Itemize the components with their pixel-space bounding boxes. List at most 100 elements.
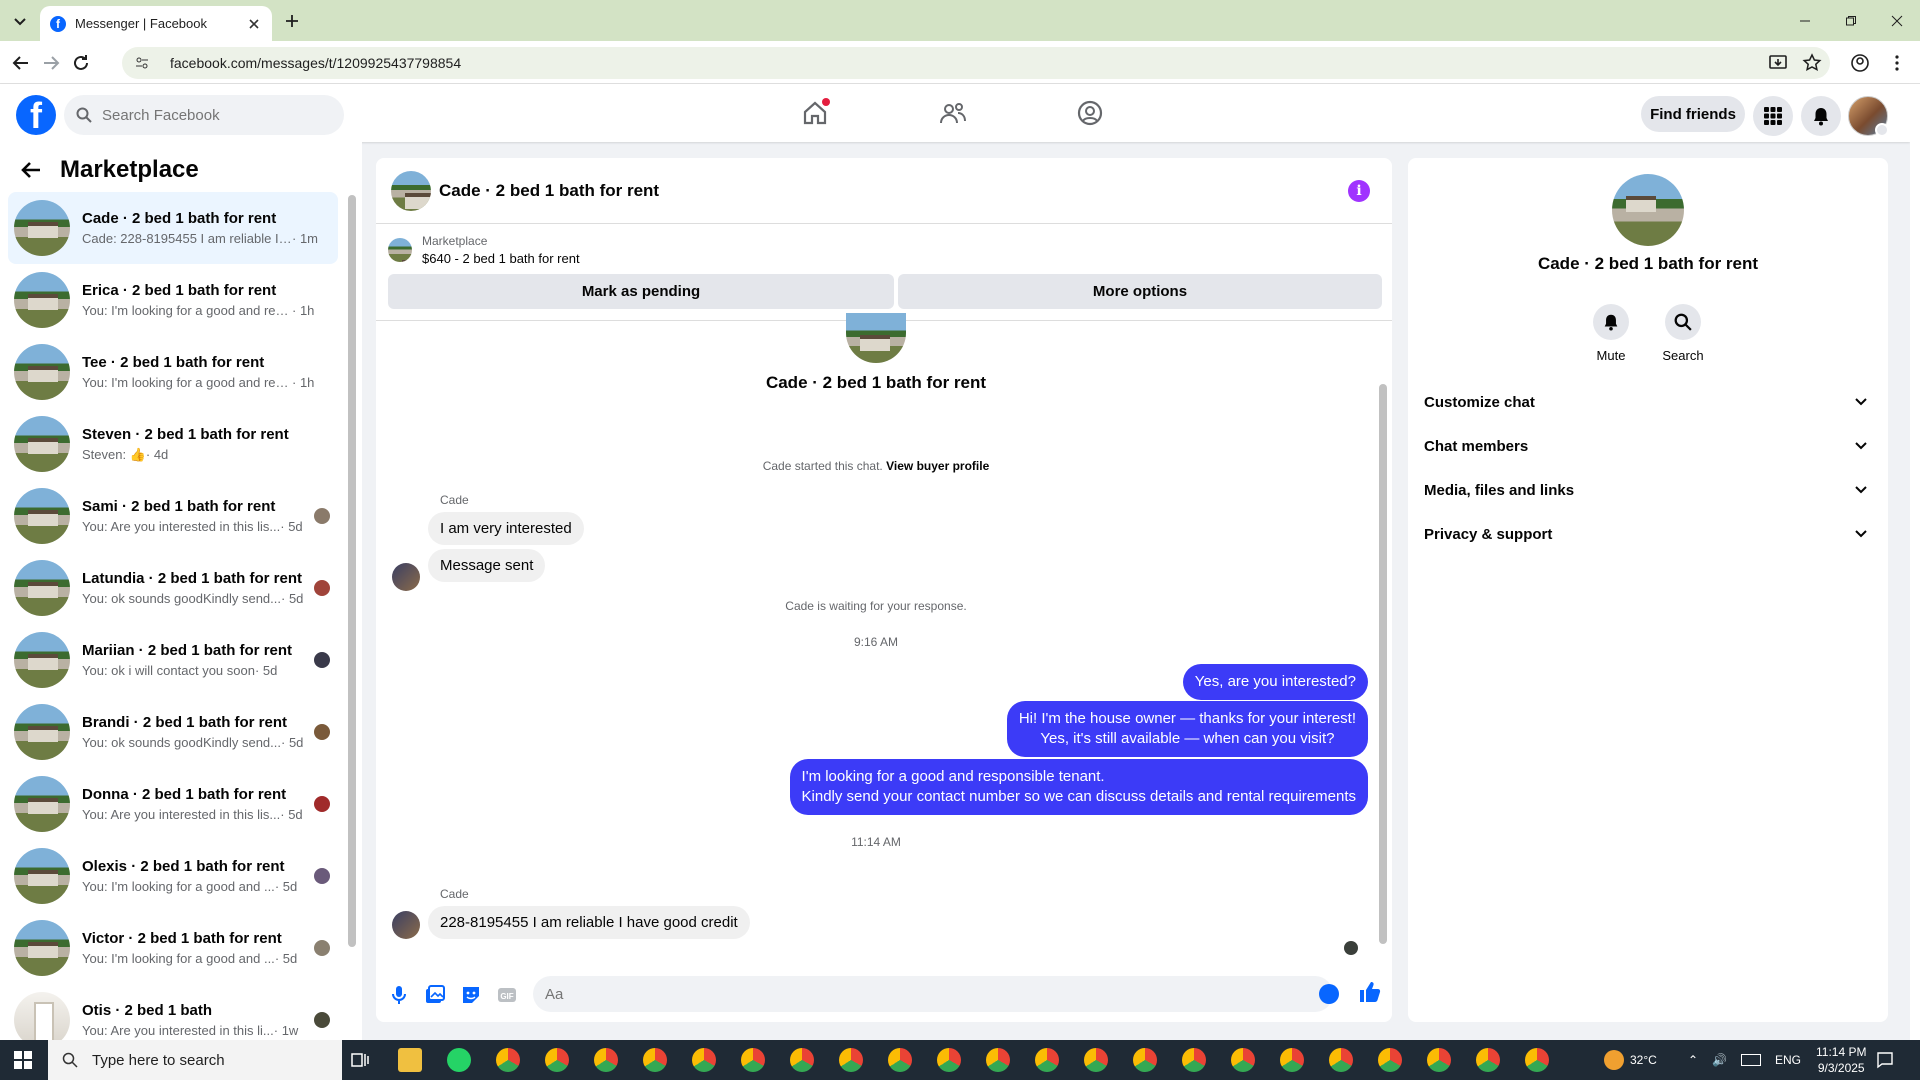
reload-icon[interactable] bbox=[70, 52, 92, 74]
new-tab-icon[interactable] bbox=[282, 11, 302, 31]
chrome-icon[interactable] bbox=[1035, 1048, 1059, 1072]
back-arrow-icon[interactable] bbox=[10, 52, 32, 74]
conversation-item[interactable]: Donna · 2 bed 1 bath for rent You: Are y… bbox=[8, 768, 338, 840]
outgoing-message[interactable]: Hi! I'm the house owner — thanks for you… bbox=[1006, 701, 1368, 757]
sender-avatar[interactable] bbox=[392, 563, 420, 591]
search-action[interactable]: Search bbox=[1648, 304, 1718, 363]
restore-icon[interactable] bbox=[1828, 0, 1874, 41]
mark-as-pending-button[interactable]: Mark as pending bbox=[388, 274, 894, 309]
find-friends-button[interactable]: Find friends bbox=[1641, 96, 1745, 132]
chat-members-section[interactable]: Chat members bbox=[1424, 424, 1874, 468]
mute-action[interactable]: Mute bbox=[1576, 304, 1646, 363]
chrome-icon[interactable] bbox=[790, 1048, 814, 1072]
conversation-item[interactable]: Tee · 2 bed 1 bath for rent You: I'm loo… bbox=[8, 336, 338, 408]
chrome-icon[interactable] bbox=[1280, 1048, 1304, 1072]
file-explorer-icon[interactable] bbox=[398, 1048, 422, 1072]
notification-center-icon[interactable] bbox=[1876, 1051, 1894, 1069]
search-input[interactable] bbox=[102, 106, 322, 124]
conversation-item[interactable]: Cade · 2 bed 1 bath for rent Cade: 228-8… bbox=[8, 192, 338, 264]
chrome-icon[interactable] bbox=[545, 1048, 569, 1072]
install-app-icon[interactable] bbox=[1767, 52, 1789, 74]
chrome-icon[interactable] bbox=[1378, 1048, 1402, 1072]
conversation-item[interactable]: Erica · 2 bed 1 bath for rent You: I'm l… bbox=[8, 264, 338, 336]
keyboard-icon[interactable] bbox=[1741, 1054, 1762, 1066]
chrome-icon[interactable] bbox=[643, 1048, 667, 1072]
friends-nav[interactable] bbox=[936, 96, 970, 130]
chat-title[interactable]: Cade · 2 bed 1 bath for rent bbox=[439, 181, 659, 201]
tab-search-chevron-icon[interactable] bbox=[10, 11, 30, 31]
attach-photo-icon[interactable] bbox=[424, 984, 446, 1006]
page-scrollbar[interactable] bbox=[1910, 84, 1920, 1040]
media-files-links-section[interactable]: Media, files and links bbox=[1424, 468, 1874, 512]
thumbs-up-icon[interactable] bbox=[1358, 980, 1382, 1004]
conversation-item[interactable]: Sami · 2 bed 1 bath for rent You: Are yo… bbox=[8, 480, 338, 552]
forward-arrow-icon[interactable] bbox=[40, 52, 62, 74]
facebook-logo-icon[interactable]: f bbox=[16, 95, 56, 135]
chat-scrollbar[interactable] bbox=[1379, 384, 1387, 944]
chrome-icon[interactable] bbox=[986, 1048, 1010, 1072]
chrome-icon[interactable] bbox=[888, 1048, 912, 1072]
sticker-icon[interactable] bbox=[460, 984, 482, 1006]
whatsapp-icon[interactable] bbox=[447, 1048, 471, 1072]
menu-button[interactable] bbox=[1753, 96, 1793, 136]
conversation-item[interactable]: Olexis · 2 bed 1 bath for rent You: I'm … bbox=[8, 840, 338, 912]
conversation-item[interactable]: Victor · 2 bed 1 bath for rent You: I'm … bbox=[8, 912, 338, 984]
close-tab-icon[interactable] bbox=[246, 16, 262, 32]
sidebar-scrollbar[interactable] bbox=[348, 195, 356, 947]
gif-icon[interactable]: GIF bbox=[496, 984, 518, 1006]
home-nav[interactable] bbox=[798, 96, 832, 130]
weather-widget[interactable]: 32°C bbox=[1604, 1040, 1657, 1080]
account-avatar[interactable] bbox=[1848, 96, 1889, 137]
view-buyer-profile-link[interactable]: View buyer profile bbox=[886, 459, 989, 473]
incoming-message[interactable]: 228-8195455 I am reliable I have good cr… bbox=[428, 906, 750, 939]
volume-icon[interactable]: 🔊 bbox=[1712, 1053, 1727, 1067]
listing-summary[interactable]: Marketplace $640 - 2 bed 1 bath for rent bbox=[388, 234, 580, 266]
chrome-icon[interactable] bbox=[1525, 1048, 1549, 1072]
windows-start-icon[interactable] bbox=[14, 1051, 32, 1069]
chrome-icon[interactable] bbox=[1182, 1048, 1206, 1072]
facebook-search[interactable] bbox=[64, 95, 344, 135]
chrome-icon[interactable] bbox=[692, 1048, 716, 1072]
chrome-icon[interactable] bbox=[1476, 1048, 1500, 1072]
chrome-icon[interactable] bbox=[1084, 1048, 1108, 1072]
sender-avatar[interactable] bbox=[392, 911, 420, 939]
chrome-icon[interactable] bbox=[594, 1048, 618, 1072]
conversation-item[interactable]: Mariian · 2 bed 1 bath for rent You: ok … bbox=[8, 624, 338, 696]
minimize-icon[interactable] bbox=[1782, 0, 1828, 41]
info-icon[interactable]: i bbox=[1348, 180, 1370, 202]
chrome-icon[interactable] bbox=[741, 1048, 765, 1072]
address-bar[interactable]: facebook.com/messages/t/1209925437798854 bbox=[122, 47, 1830, 79]
conversation-item[interactable]: Latundia · 2 bed 1 bath for rent You: ok… bbox=[8, 552, 338, 624]
language-indicator[interactable]: ENG bbox=[1775, 1053, 1801, 1067]
chrome-icon[interactable] bbox=[1329, 1048, 1353, 1072]
tray-chevron-icon[interactable]: ⌃ bbox=[1688, 1053, 1698, 1067]
profile-avatar[interactable] bbox=[1612, 174, 1684, 246]
incoming-message[interactable]: I am very interested bbox=[428, 512, 584, 545]
microphone-icon[interactable] bbox=[388, 984, 410, 1006]
back-arrow-icon[interactable] bbox=[18, 156, 46, 184]
incoming-message[interactable]: Message sent bbox=[428, 549, 546, 582]
chrome-icon[interactable] bbox=[1133, 1048, 1157, 1072]
more-options-button[interactable]: More options bbox=[898, 274, 1382, 309]
profile-icon[interactable] bbox=[1849, 52, 1871, 74]
task-view-icon[interactable] bbox=[350, 1050, 370, 1070]
chrome-icon[interactable] bbox=[937, 1048, 961, 1072]
site-info-icon[interactable] bbox=[134, 55, 150, 71]
chat-avatar[interactable] bbox=[391, 170, 431, 211]
chrome-icon[interactable] bbox=[1427, 1048, 1451, 1072]
close-window-icon[interactable] bbox=[1874, 0, 1920, 41]
bookmark-star-icon[interactable] bbox=[1801, 52, 1823, 74]
conversation-item[interactable]: Steven · 2 bed 1 bath for rent Steven: 👍… bbox=[8, 408, 338, 480]
customize-chat-section[interactable]: Customize chat bbox=[1424, 380, 1874, 424]
chrome-icon[interactable] bbox=[839, 1048, 863, 1072]
outgoing-message[interactable]: Yes, are you interested? bbox=[1182, 664, 1368, 700]
clock[interactable]: 11:14 PM 9/3/2025 bbox=[1816, 1040, 1866, 1080]
notifications-button[interactable] bbox=[1801, 96, 1841, 136]
emoji-icon[interactable] bbox=[1319, 984, 1339, 1004]
outgoing-message[interactable]: I'm looking for a good and responsible t… bbox=[789, 759, 1368, 815]
taskbar-search[interactable]: Type here to search bbox=[48, 1040, 342, 1080]
chrome-icon[interactable] bbox=[1231, 1048, 1255, 1072]
groups-nav[interactable] bbox=[1073, 96, 1107, 130]
browser-tab[interactable]: f Messenger | Facebook bbox=[40, 6, 272, 41]
privacy-support-section[interactable]: Privacy & support bbox=[1424, 512, 1874, 556]
